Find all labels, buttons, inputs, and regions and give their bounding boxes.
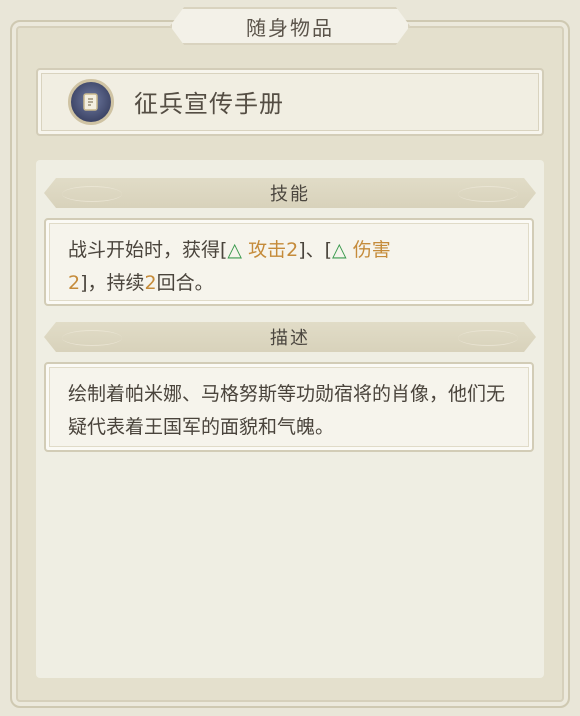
skill-text-box: 战斗开始时，获得[△ 攻击2]、[△ 伤害 2]，持续2回合。	[44, 218, 534, 306]
item-title-box: 征兵宣传手册	[36, 68, 544, 136]
panel-header: 随身物品	[170, 7, 410, 45]
triangle-up-icon: △	[227, 239, 243, 261]
skill-heading: 技能	[270, 184, 310, 205]
description-text-box: 绘制着帕米娜、马格努斯等功勋宿将的肖像，他们无疑代表着王国军的面貌和气魄。	[44, 362, 534, 452]
item-name: 征兵宣传手册	[134, 90, 284, 118]
ornament-left	[62, 186, 122, 202]
skill-section-header: 技能	[44, 178, 536, 208]
panel-title: 随身物品	[246, 15, 334, 40]
skill-text-3: ]，持续	[80, 272, 145, 294]
ornament-right	[458, 330, 518, 346]
buff-attack[interactable]: 攻击2	[248, 239, 298, 261]
scroll-badge-icon	[68, 79, 114, 125]
skill-duration: 2	[144, 272, 157, 294]
item-details: 技能 战斗开始时，获得[△ 攻击2]、[△ 伤害 2]，持续2回合。 描述 绘制着…	[36, 160, 544, 678]
skill-text-2: ]、[	[298, 239, 333, 261]
buff-damage[interactable]: 伤害	[353, 239, 391, 261]
scroll-glyph-icon	[83, 93, 98, 111]
triangle-up-icon: △	[332, 239, 347, 261]
description-heading: 描述	[270, 328, 310, 349]
description-text: 绘制着帕米娜、马格努斯等功勋宿将的肖像，他们无疑代表着王国军的面貌和气魄。	[68, 383, 506, 438]
buff-damage-value: 2	[68, 272, 81, 294]
skill-text-1: 战斗开始时，获得[	[68, 239, 228, 261]
description-section-header: 描述	[44, 322, 536, 352]
ornament-left	[62, 330, 122, 346]
ornament-right	[458, 186, 518, 202]
skill-text-4: 回合。	[156, 272, 214, 294]
